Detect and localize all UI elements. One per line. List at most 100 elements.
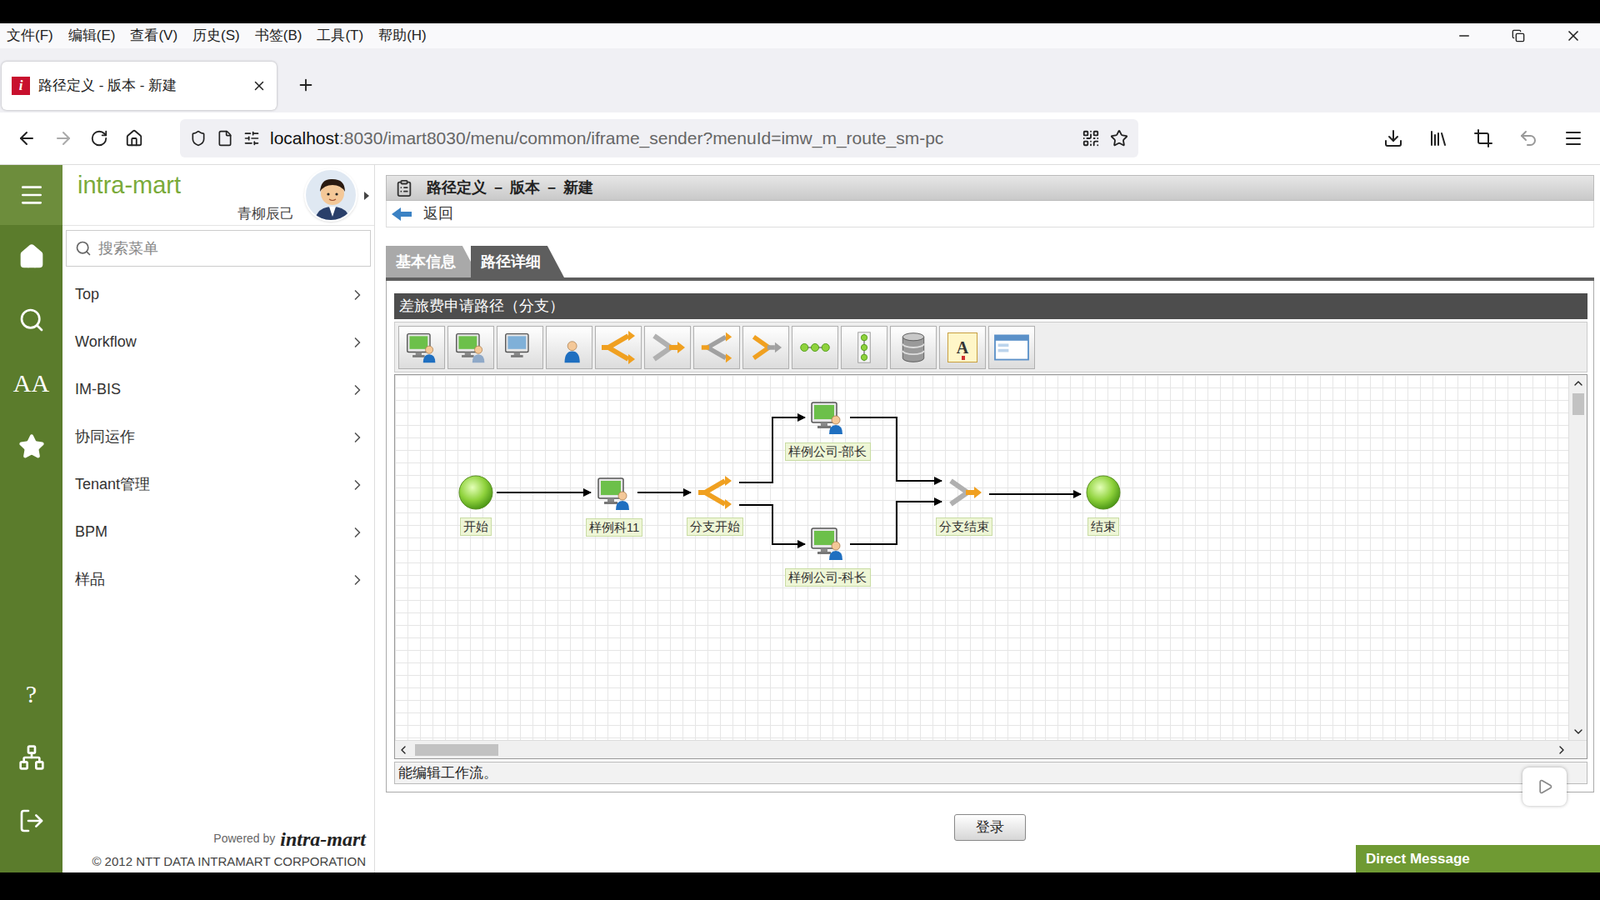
new-tab-icon[interactable] [296,75,315,95]
tool-window[interactable] [988,325,1035,370]
node-branch-start[interactable]: 分支开始 [656,474,774,536]
sidebar-item[interactable]: Tenant管理 [62,460,375,509]
rail-item[interactable] [0,288,63,352]
close-window-icon[interactable] [1565,27,1582,45]
tool-database[interactable] [890,325,937,370]
edges [395,375,1229,725]
sidebar-item[interactable]: IM-BIS [62,365,375,414]
register-button[interactable]: 登录 [954,814,1026,841]
node-end[interactable]: 结束 [1045,474,1162,536]
restore-icon[interactable] [1511,29,1525,43]
help-glyph: ? [25,681,37,707]
forward-icon[interactable] [53,128,74,149]
edge[interactable] [989,493,1081,495]
scroll-down-icon[interactable] [1571,725,1585,739]
screenshot-icon[interactable] [1473,128,1494,149]
back-arrow-icon[interactable] [391,206,414,222]
back-link[interactable]: 返回 [423,202,454,225]
page-tab[interactable]: 基本信息 [385,245,480,278]
user-caret-icon[interactable] [364,191,370,200]
rail-item[interactable]: AA [0,351,63,415]
rail-item[interactable] [0,725,63,790]
rail-item[interactable] [0,789,63,853]
undo-icon[interactable] [1518,128,1539,149]
tool-task-multi[interactable] [447,325,495,370]
node-label: 开始 [460,517,492,536]
database-icon [896,330,930,365]
node-label: 样例科11 [585,518,644,537]
browser-menu-item[interactable]: 书签(B) [255,25,303,47]
node-start[interactable]: 开始 [417,474,535,536]
tool-split[interactable] [693,325,740,370]
menu-search[interactable]: 搜索菜单 [65,230,371,267]
tool-task-user[interactable] [398,325,445,370]
minimize-icon[interactable] [1456,28,1472,44]
tool-branch-end[interactable] [644,325,691,370]
node-branch-end[interactable]: 分支结束 [905,474,1023,536]
browser-menu-item[interactable]: 编辑(E) [68,25,116,47]
sidebar-item[interactable]: 样品 [62,555,375,604]
direct-message-bar[interactable]: Direct Message [1355,845,1600,873]
node-task[interactable]: 样例公司-部长 [769,399,886,461]
scroll-thumb[interactable] [1572,393,1585,415]
node-label: 结束 [1087,517,1120,536]
user-name[interactable]: 青柳辰己 [237,203,295,225]
bookmark-icon[interactable] [1110,129,1129,148]
font-glyph: AA [13,370,50,396]
scroll-right-icon[interactable] [1555,743,1569,757]
download-icon[interactable] [1383,128,1404,149]
rail-item[interactable]: ? [0,662,63,726]
browser-home-icon[interactable] [125,129,144,148]
editor-status: 能编辑工作流。 [394,761,1588,785]
horizontal-scrollbar[interactable] [395,740,1587,759]
tool-user[interactable] [545,325,593,370]
task-icon [809,399,846,436]
rail-item[interactable] [0,225,63,289]
sidebar-item[interactable]: Top [62,270,375,319]
back-icon[interactable] [16,128,37,149]
browser-menu-item[interactable]: 帮助(H) [378,25,427,47]
browser-menu-item[interactable]: 文件(F) [6,25,54,47]
sidebar-item[interactable]: BPM [62,508,375,556]
url-bar[interactable]: localhost:8030/imart8030/menu/common/ifr… [180,119,1139,158]
sidebar-footer: Powered byintra-mart© 2012 NTT DATA INTR… [62,829,375,874]
task-icon [595,475,633,512]
tool-task-system[interactable] [496,325,544,370]
reload-icon[interactable] [90,129,109,148]
scroll-thumb-h[interactable] [415,744,499,756]
rail-item[interactable] [0,165,63,225]
edge[interactable] [496,491,591,494]
browser-menu-item[interactable]: 工具(T) [316,25,364,47]
editor-canvas[interactable]: 开始 样例科11 分支开始 样例公司-部长样例公司-科长分支结束结束 [395,375,1569,740]
node-task[interactable]: 样例公司-科长 [769,525,886,587]
edge[interactable] [637,491,691,494]
tool-text[interactable]: A [939,325,986,370]
scroll-up-icon[interactable] [1571,376,1585,390]
vertical-scrollbar[interactable] [1568,375,1587,740]
bottom-black-bar [0,872,1600,900]
tool-branch-start[interactable] [595,325,642,370]
page-tab[interactable]: 路径详细 [470,245,565,278]
edge[interactable] [739,505,805,545]
browser-menu-item[interactable]: 历史(S) [192,25,240,47]
scroll-left-icon[interactable] [396,743,410,757]
tool-vertical[interactable] [840,325,888,370]
sidebar-item[interactable]: 协同运作 [62,413,375,461]
edge[interactable] [850,501,942,545]
browser-tab[interactable]: i路径定义 - 版本 - 新建 [1,61,277,110]
play-icon [1536,778,1554,795]
floating-player-button[interactable] [1522,767,1567,806]
avatar[interactable] [304,168,358,222]
page-tabs: 基本信息路径详细 [385,245,1595,278]
tool-chain[interactable] [791,325,839,370]
sidebar-item[interactable]: Workflow [62,318,375,366]
library-icon[interactable] [1428,128,1449,149]
browser-menu-item[interactable]: 查看(V) [130,25,178,47]
browser-menu-icon[interactable] [1563,128,1584,149]
tool-join[interactable] [742,325,790,370]
node-task[interactable]: 样例科11 [555,475,673,537]
close-tab-icon[interactable] [251,78,267,94]
qr-icon[interactable] [1081,129,1100,148]
page-header: 路径定义 － 版本 － 新建 [385,175,1595,201]
rail-item[interactable] [0,415,63,479]
